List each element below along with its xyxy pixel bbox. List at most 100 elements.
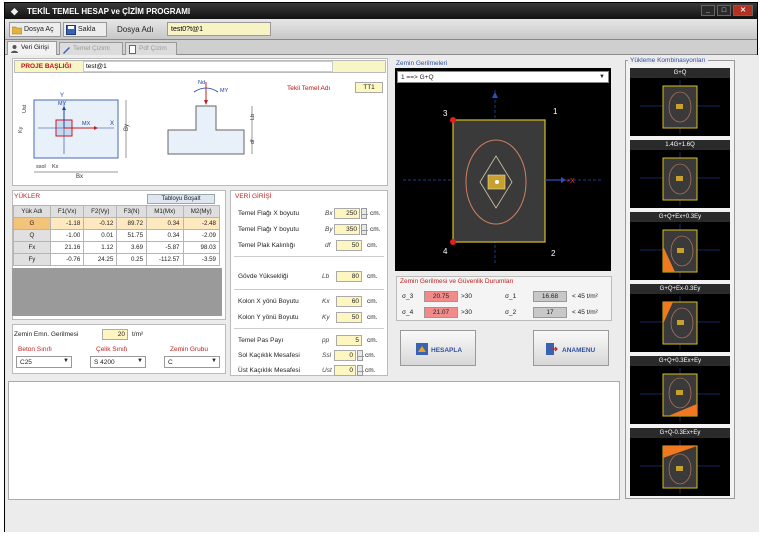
left-offset-symbol: Ssl: [322, 352, 332, 359]
corner-label-1: 1: [553, 107, 558, 116]
file-name-input[interactable]: [167, 22, 271, 36]
save-icon: [66, 25, 76, 35]
close-button[interactable]: ✕: [733, 5, 753, 16]
top-offset-spinner[interactable]: [357, 365, 364, 376]
by-spinner[interactable]: [361, 224, 368, 235]
sigma4-symbol: σ_4: [402, 309, 414, 316]
title-bar: ◆ TEKİL TEMEL HESAP ve ÇİZİM PROGRAMI _ …: [5, 3, 757, 19]
bx-spinner[interactable]: [361, 208, 368, 219]
plan-label-my: MY: [58, 101, 67, 107]
sigma4-value: 21.07: [424, 307, 458, 318]
col-f3: F3(N): [116, 205, 148, 218]
footing-section-diagram: Nd MY Lb df: [167, 80, 256, 155]
soil-group-select[interactable]: C ▼: [164, 356, 220, 368]
bx-symbol: Bx: [325, 210, 333, 217]
concrete-class-label: Beton Sınıfı: [18, 346, 52, 353]
corner-label-3: 3: [443, 109, 448, 118]
soil-stress-input[interactable]: 20: [102, 329, 128, 340]
section-label-lb: Lb: [250, 114, 256, 120]
ky-symbol: Ky: [322, 314, 330, 321]
clear-table-button[interactable]: Tabloyu Boşalt: [147, 194, 215, 204]
exit-icon: [546, 343, 558, 355]
tab-bar: Veri Girişi Temel Çizimi Pdf Çizim: [5, 40, 757, 55]
cover-input[interactable]: 5: [336, 335, 362, 346]
col-m2: M2(My): [182, 205, 220, 218]
save-button[interactable]: Sakla: [63, 22, 107, 37]
df-unit: cm.: [367, 242, 378, 249]
table-row[interactable]: Fy -0.76 24.25 0.25 -112.57 -3.59: [13, 253, 220, 266]
plan-label-ust: Ust: [22, 104, 28, 113]
ky-unit: cm.: [367, 314, 378, 321]
divider: [234, 328, 384, 329]
table-row[interactable]: Q -1.00 0.01 51.75 0.34 -2.09: [13, 229, 220, 242]
footing-name-input[interactable]: TT1: [355, 82, 383, 93]
sigma3-symbol: σ_3: [402, 293, 414, 300]
combo-thumbnail[interactable]: G+Q: [630, 68, 730, 136]
loads-table: Yük Adı F1(Vx) F2(Vy) F3(N) M1(Mx) M2(My…: [13, 205, 220, 266]
combo-plot: [640, 224, 720, 278]
calculate-button[interactable]: HESAPLA: [400, 330, 476, 366]
kx-input[interactable]: 60: [336, 296, 362, 307]
drawing-icon: [63, 47, 70, 54]
sigma2-symbol: σ_2: [505, 309, 517, 316]
kx-unit: cm.: [367, 298, 378, 305]
steel-class-select[interactable]: S 4200 ▼: [90, 356, 146, 368]
top-offset-symbol: Ust: [322, 367, 332, 374]
combo-thumbnail[interactable]: G+Q+Ex-0.3Ey: [630, 284, 730, 352]
soil-stress-title: Zemin Gerilmeleri: [396, 60, 448, 67]
chevron-down-icon: ▼: [137, 358, 143, 364]
tab-pdf-drawing[interactable]: Pdf Çizim: [125, 42, 177, 55]
by-label: Temel Flağı Y boyutu: [238, 226, 299, 233]
combo-thumbnail[interactable]: G+Q+0.3Ex+Ey: [630, 356, 730, 424]
plan-label-x: X: [110, 121, 114, 127]
combo-plot: [640, 296, 720, 350]
combo-plot: [640, 368, 720, 422]
lb-input[interactable]: 80: [336, 271, 362, 282]
maximize-button[interactable]: □: [717, 5, 731, 16]
concrete-class-select[interactable]: C25 ▼: [16, 356, 72, 368]
toolbar: Dosya Aç Sakla Dosya Adı: [5, 19, 757, 40]
plan-label-kx: Kx: [52, 164, 59, 170]
df-input[interactable]: 50: [336, 240, 362, 251]
by-input[interactable]: 350: [334, 224, 360, 235]
tab-data-entry[interactable]: Veri Girişi: [7, 41, 57, 55]
output-area[interactable]: [8, 381, 620, 500]
left-offset-input[interactable]: 0: [334, 350, 356, 361]
chevron-down-icon: ▼: [211, 358, 217, 364]
plan-label-y: Y: [60, 93, 64, 99]
ky-input[interactable]: 50: [336, 312, 362, 323]
open-file-button[interactable]: Dosya Aç: [9, 22, 61, 37]
loads-title: YÜKLER: [14, 193, 41, 200]
left-offset-spinner[interactable]: [357, 350, 364, 361]
minimize-button[interactable]: _: [701, 5, 715, 16]
folder-open-icon: [12, 26, 22, 35]
col-load-name: Yük Adı: [13, 205, 51, 218]
kx-label: Kolon X yönü Boyutu: [238, 298, 299, 305]
combo-thumbnail[interactable]: G+Q+Ex+0.3Ey: [630, 212, 730, 280]
load-combo-select[interactable]: 1 ==> G+Q ▼: [397, 71, 609, 83]
col-m1: M1(Mx): [146, 205, 184, 218]
df-symbol: df: [325, 242, 331, 249]
project-title-input[interactable]: [83, 61, 333, 72]
top-offset-unit: cm.: [365, 367, 376, 374]
lb-unit: cm.: [367, 273, 378, 280]
combo-thumbnail[interactable]: 1.4G+1.6Q: [630, 140, 730, 208]
table-header-row: Yük Adı F1(Vx) F2(Vy) F3(N) M1(Mx) M2(My…: [13, 205, 220, 218]
stress-check-title: Zemin Gerilmesi ve Güvenlik Durumları: [400, 278, 514, 285]
max-stress-marker: [450, 117, 456, 123]
max-stress-marker: [450, 239, 456, 245]
footing-plan-diagram: MY MX X Y Bx By Kx Ky Ust ssol: [18, 93, 130, 178]
tab-footing-drawing[interactable]: Temel Çizimi: [59, 42, 123, 55]
main-menu-button[interactable]: ANAMENU: [533, 330, 609, 366]
table-row[interactable]: Fx 21.16 1.12 3.69 -5.87 98.03: [13, 241, 220, 254]
plan-label-bx: Bx: [76, 174, 83, 178]
bx-input[interactable]: 250: [334, 208, 360, 219]
soil-stress-unit: t/m²: [132, 331, 144, 338]
table-row[interactable]: G -1.18 -0.12 89.72 0.34 -2.48: [13, 217, 220, 230]
document-icon: [129, 45, 136, 54]
cover-symbol: pp: [322, 337, 330, 344]
table-empty-area: [12, 268, 222, 316]
combo-thumbnail[interactable]: G+Q-0.3Ex+Ey: [630, 428, 730, 496]
top-offset-input[interactable]: 0: [334, 365, 356, 376]
footing-outline: [33, 99, 119, 159]
